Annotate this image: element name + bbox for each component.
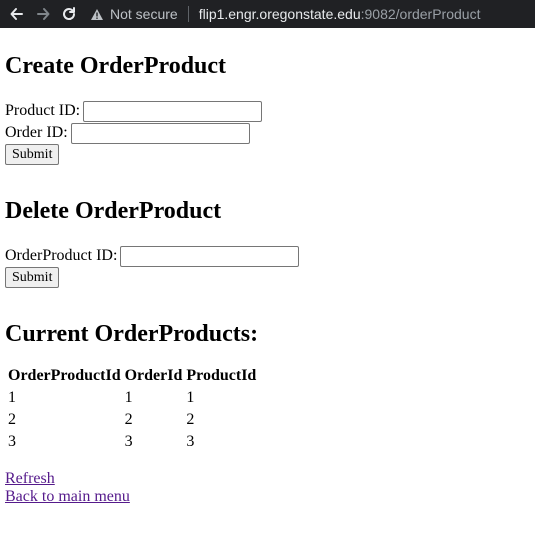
current-heading: Current OrderProducts: (5, 321, 259, 347)
refresh-link[interactable]: Refresh (5, 470, 530, 488)
security-indicator[interactable]: Not secure (90, 6, 178, 22)
column-header: ProductId (186, 367, 257, 384)
product-id-input[interactable] (83, 100, 263, 122)
orderproduct-id-label: OrderProduct ID: (5, 247, 118, 264)
table-row: 2 2 2 (7, 410, 257, 430)
url-path: :9082/orderProduct (360, 6, 481, 22)
reload-button[interactable] (60, 5, 78, 23)
table-cell: 3 (186, 433, 195, 450)
forward-button[interactable] (34, 5, 52, 23)
table-cell: 3 (8, 433, 16, 450)
delete-submit-button[interactable]: Submit (5, 267, 60, 288)
delete-form: OrderProduct ID: Submit (5, 245, 530, 288)
order-id-label: Order ID: (5, 124, 68, 141)
reload-icon (63, 7, 76, 20)
url-separator (187, 6, 189, 22)
arrow-left-icon (10, 8, 23, 20)
product-id-label: Product ID: (5, 102, 81, 119)
order-id-input[interactable] (70, 122, 250, 144)
browser-toolbar: Not secure flip1.engr.oregonstate.edu:90… (0, 0, 535, 28)
table-cell: 2 (124, 411, 133, 428)
address-bar[interactable]: flip1.engr.oregonstate.edu:9082/orderPro… (199, 6, 481, 22)
arrow-right-icon (37, 8, 50, 20)
url-host: flip1.engr.oregonstate.edu (198, 6, 361, 22)
security-label: Not secure (110, 6, 178, 22)
create-submit-button[interactable]: Submit (5, 144, 60, 165)
create-heading: Create OrderProduct (5, 53, 227, 79)
column-header: OrderId (124, 367, 183, 384)
table-cell: 1 (8, 389, 16, 406)
table-header-row: OrderProductId OrderId ProductId (7, 366, 257, 386)
back-button[interactable] (8, 5, 26, 23)
back-to-menu-link[interactable]: Back to main menu (5, 488, 530, 506)
create-form: Product ID: Order ID: Submit (5, 100, 530, 165)
table-cell: 2 (186, 411, 195, 428)
column-header: OrderProductId (8, 367, 121, 384)
table-cell: 1 (124, 389, 133, 406)
delete-heading: Delete OrderProduct (5, 198, 222, 224)
table-cell: 2 (8, 411, 16, 428)
table-row: 1 1 1 (7, 388, 257, 408)
table-row: 3 3 3 (7, 432, 257, 452)
warning-triangle-icon (91, 8, 103, 20)
orderproduct-id-input[interactable] (120, 245, 300, 267)
page-content: Create OrderProduct Product ID: Order ID… (0, 52, 535, 506)
table-cell: 3 (124, 433, 133, 450)
orderproducts-table: OrderProductId OrderId ProductId 1 1 1 2… (5, 364, 259, 454)
page-links: Refresh Back to main menu (5, 470, 530, 506)
table-cell: 1 (186, 389, 195, 406)
